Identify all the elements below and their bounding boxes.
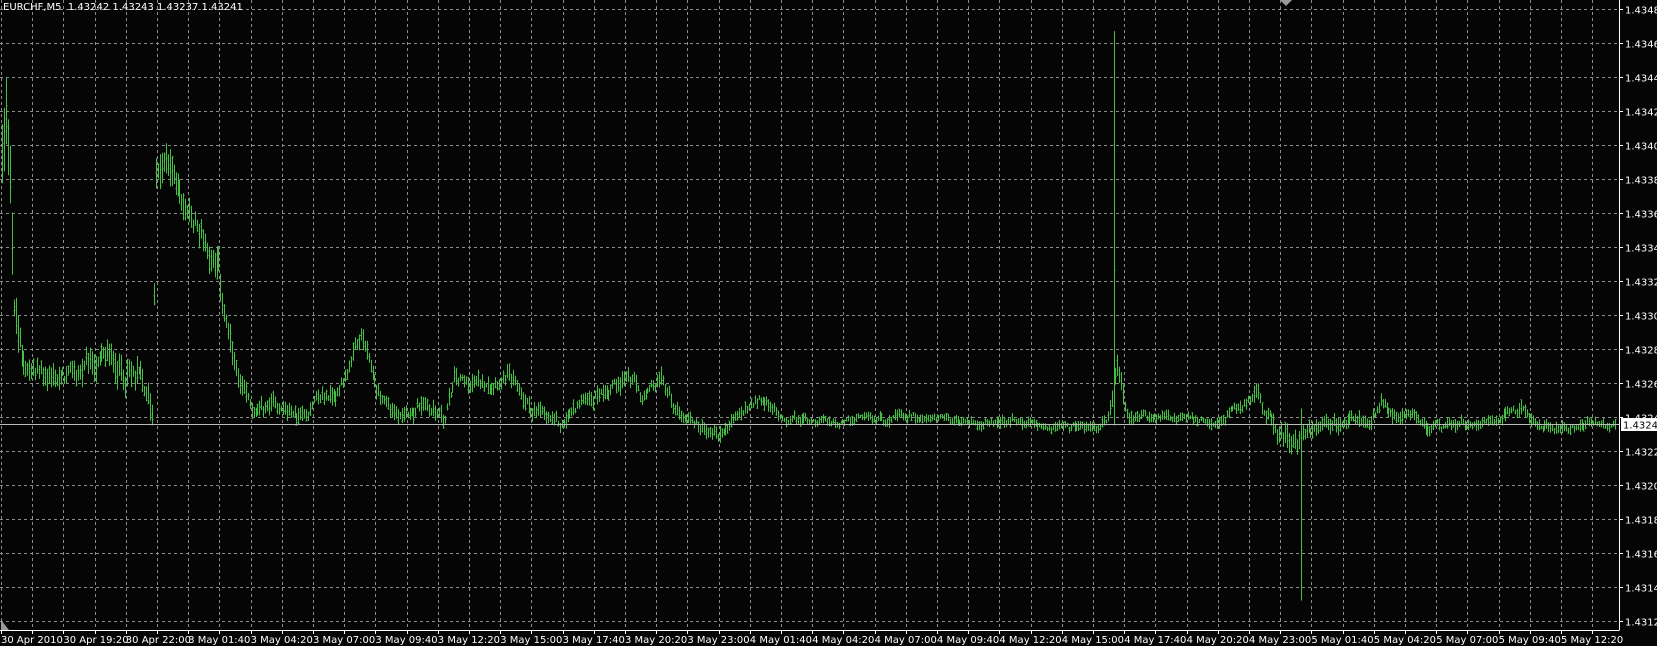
price-tick-label: 1.43425 [1625,108,1657,119]
time-tick-label: 4 May 20:20 [1187,635,1249,646]
time-tick-label: 4 May 07:00 [875,635,937,646]
time-tick-label: 30 Apr 2010 [1,635,63,646]
time-tick-label: 3 May 15:00 [500,635,562,646]
current-price-text: 1.43241 [1623,421,1657,432]
price-tick-label: 1.43125 [1625,618,1657,629]
open-price: 1.43242 [67,2,110,13]
symbol-timeframe: EURCHF,M5 [3,2,62,13]
chart-background [0,0,1657,646]
time-tick-label: 4 May 04:20 [812,635,874,646]
current-price-label: 1.43241 [1621,418,1657,432]
time-tick-label: 4 May 23:00 [1249,635,1311,646]
time-tick-label: 5 May 04:20 [1374,635,1436,646]
time-tick-label: 5 May 01:40 [1311,635,1373,646]
high-price: 1.43243 [112,2,154,13]
price-chart: 1.43485 1.43465 1.43445 1.43425 1.43405 1.433… [0,0,1657,646]
close-price: 1.43241 [201,2,243,13]
time-tick-label: 30 Apr 22:00 [126,635,191,646]
price-tick-label: 1.43325 [1625,278,1657,289]
time-tick-label: 4 May 15:00 [1062,635,1124,646]
time-tick-label: 4 May 01:40 [750,635,812,646]
low-price: 1.43237 [156,2,199,13]
price-tick-label: 1.43225 [1625,448,1657,459]
price-tick-label: 1.43305 [1625,312,1657,323]
price-tick-label: 1.43365 [1625,210,1657,221]
time-tick-label: 3 May 12:20 [438,635,500,646]
time-tick-label: 3 May 07:00 [313,635,375,646]
price-tick-label: 1.43145 [1625,584,1657,595]
price-tick-label: 1.43485 [1625,6,1657,17]
chart-header: EURCHF,M5 1.43242 1.43243 1.43237 1.4324… [3,2,243,13]
time-tick-label: 3 May 20:20 [625,635,687,646]
time-tick-label: 5 May 07:00 [1436,635,1498,646]
price-tick-label: 1.43185 [1625,516,1657,527]
time-tick-label: 4 May 09:40 [937,635,999,646]
price-tick-label: 1.43165 [1625,550,1657,561]
price-tick-label: 1.43345 [1625,244,1657,255]
price-tick-label: 1.43265 [1625,380,1657,391]
price-tick-label: 1.43465 [1625,40,1657,51]
time-tick-label: 3 May 04:20 [251,635,313,646]
time-tick-label: 3 May 09:40 [375,635,437,646]
time-tick-label: 5 May 09:40 [1499,635,1561,646]
time-tick-label: 4 May 17:40 [1124,635,1186,646]
time-tick-label: 3 May 17:40 [563,635,625,646]
price-tick-label: 1.43445 [1625,74,1657,85]
time-tick-label: 4 May 12:20 [999,635,1061,646]
time-tick-label: 3 May 23:00 [687,635,749,646]
price-tick-label: 1.43385 [1625,176,1657,187]
time-tick-label: 30 Apr 19:20 [63,635,128,646]
price-tick-label: 1.43405 [1625,142,1657,153]
time-tick-label: 3 May 01:40 [188,635,250,646]
price-tick-label: 1.43205 [1625,482,1657,493]
price-tick-label: 1.43285 [1625,346,1657,357]
time-tick-label: 5 May 12:20 [1561,635,1623,646]
